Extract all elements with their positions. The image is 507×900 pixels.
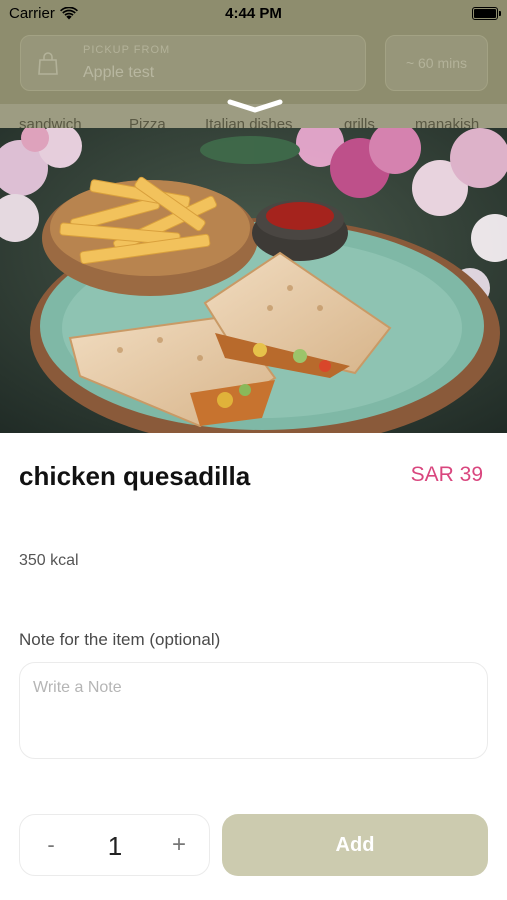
pickup-location-card: PICKUP FROM Apple test (20, 35, 366, 91)
add-to-cart-button[interactable]: Add (222, 814, 488, 876)
food-photo-icon (0, 128, 507, 433)
increase-quantity-button[interactable]: + (162, 829, 196, 863)
eta-card: ~ 60 mins (385, 35, 488, 91)
note-label: Note for the item (optional) (19, 630, 221, 649)
background-overlay: Carrier 4:44 PM PICKUP FROM Apple test ~… (0, 0, 507, 140)
quantity-value: 1 (107, 831, 123, 861)
pickup-store-name: Apple test (83, 64, 155, 81)
shopping-bag-icon (38, 52, 58, 75)
item-details-sheet: chicken quesadilla SAR 39 350 kcal Note … (0, 433, 507, 900)
clock: 4:44 PM (225, 5, 282, 22)
item-calories: 350 kcal (19, 552, 79, 569)
status-bar: Carrier 4:44 PM (0, 0, 507, 28)
quantity-stepper: - 1 + (19, 814, 210, 876)
battery-icon (472, 7, 501, 20)
pickup-caption: PICKUP FROM (83, 44, 171, 56)
item-image (0, 128, 507, 433)
item-name: chicken quesadilla (19, 461, 251, 491)
item-price: SAR 39 (410, 463, 483, 486)
note-input[interactable] (19, 662, 488, 759)
decrease-quantity-button[interactable]: - (34, 829, 68, 863)
chevron-down-icon[interactable] (227, 98, 283, 114)
